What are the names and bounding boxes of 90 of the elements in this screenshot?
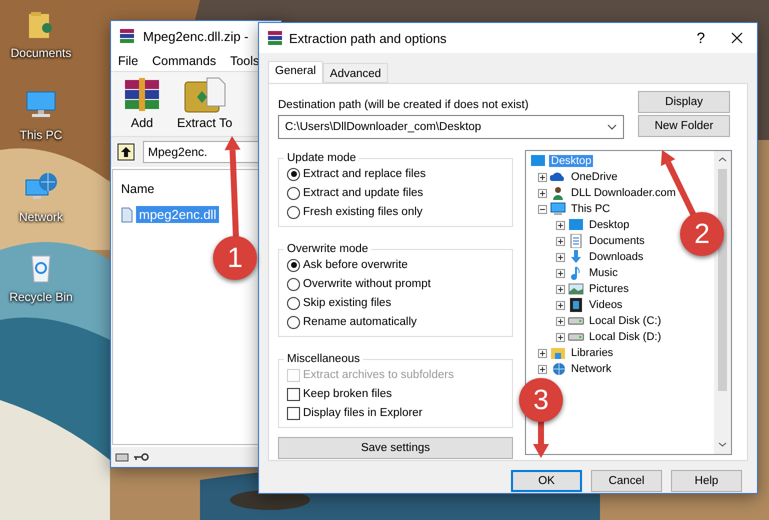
tree-item[interactable]: Desktop: [587, 219, 632, 231]
option-label: Ask before overwrite: [303, 259, 408, 271]
group-title: Overwrite mode: [286, 243, 370, 255]
expand-icon[interactable]: [556, 332, 565, 342]
option-label: Display files in Explorer: [303, 407, 423, 419]
option-label: Rename automatically: [303, 316, 417, 328]
collapse-icon[interactable]: [538, 204, 547, 214]
scrollbar[interactable]: [714, 151, 731, 454]
toolbar-button[interactable]: Extract To: [177, 76, 232, 132]
desktop-icon-label[interactable]: Documents: [10, 46, 72, 60]
user-icon: [550, 186, 566, 200]
menu-item[interactable]: Commands: [152, 54, 216, 68]
film-icon: [568, 298, 584, 312]
checkbox[interactable]: [287, 406, 300, 420]
expand-icon[interactable]: [538, 172, 547, 182]
expand-icon[interactable]: [538, 364, 547, 374]
tree-item[interactable]: OneDrive: [569, 171, 620, 183]
tree-item[interactable]: Network: [569, 363, 614, 375]
option-label: Keep broken files: [303, 388, 392, 400]
folder-icon: [26, 10, 55, 40]
radio-button[interactable]: [287, 206, 300, 218]
folder-icon: [550, 346, 566, 360]
expand-icon[interactable]: [556, 284, 565, 294]
dialog-button[interactable]: OK: [511, 470, 582, 492]
dialog-button[interactable]: Cancel: [591, 470, 662, 492]
expand-icon[interactable]: [556, 316, 565, 326]
radio-button[interactable]: [287, 278, 300, 290]
drive-icon: [568, 317, 584, 325]
expand-icon[interactable]: [538, 348, 547, 358]
dialog-button[interactable]: Help: [671, 470, 742, 492]
expand-icon[interactable]: [538, 188, 547, 198]
option-label: Extract and replace files: [303, 168, 426, 180]
option-label: Extract and update files: [303, 187, 424, 199]
drive-icon: [115, 452, 129, 462]
monitor-icon: [568, 218, 584, 232]
tree-item[interactable]: Downloads: [587, 251, 646, 263]
radio-button[interactable]: [287, 168, 300, 180]
expand-icon[interactable]: [556, 268, 565, 278]
radio-button[interactable]: [287, 258, 300, 272]
window-title: Mpeg2enc.dll.zip -: [143, 28, 248, 44]
expand-icon[interactable]: [556, 220, 565, 230]
tree-item[interactable]: Local Disk (D:): [587, 331, 664, 343]
key-icon: [133, 452, 149, 462]
checkbox[interactable]: [287, 388, 300, 400]
chevron-down-icon: [607, 124, 617, 130]
radio-button[interactable]: [287, 296, 300, 310]
expand-icon[interactable]: [556, 252, 565, 262]
close-icon[interactable]: [731, 32, 743, 44]
tree-item[interactable]: Pictures: [587, 283, 631, 295]
radio-button[interactable]: [287, 316, 300, 328]
field-label: Destination path (will be created if does not exist): [278, 99, 530, 111]
books-icon: [119, 28, 135, 44]
option-label: Extract archives to subfolders: [303, 369, 454, 381]
expand-icon[interactable]: [556, 236, 565, 246]
group-title: Update mode: [286, 152, 358, 164]
menu-item[interactable]: File: [118, 54, 138, 68]
destination-path-field[interactable]: C:\Users\DllDownloader_com\Desktop: [278, 115, 624, 139]
option-label: Overwrite without prompt: [303, 278, 431, 290]
monitor-icon: [530, 154, 546, 168]
option-label: Fresh existing files only: [303, 206, 423, 218]
tree-item[interactable]: Documents: [587, 235, 647, 247]
save-settings-button[interactable]: Save settings: [278, 437, 513, 459]
picture-icon: [568, 282, 584, 296]
tab[interactable]: General: [268, 61, 323, 83]
books-icon: [267, 30, 283, 46]
tree-item[interactable]: DLL Downloader.com: [569, 187, 678, 199]
desktop-icon-label[interactable]: This PC: [20, 128, 62, 142]
tree-item[interactable]: Music: [587, 267, 620, 279]
menu-item[interactable]: Tools: [230, 54, 260, 68]
dialog-button[interactable]: New Folder: [638, 115, 730, 137]
folder-icon: [182, 76, 227, 114]
cloud-icon: [550, 170, 566, 184]
expand-icon[interactable]: [556, 300, 565, 310]
globe-icon: [550, 362, 566, 376]
monitor-icon: [550, 202, 566, 216]
tree-item[interactable]: This PC: [569, 203, 612, 215]
help-button[interactable]: ?: [696, 30, 705, 46]
radio-button[interactable]: [287, 186, 300, 200]
toolbar-button[interactable]: Add: [121, 76, 163, 132]
group-title: Miscellaneous: [286, 353, 361, 365]
tree-item[interactable]: Local Disk (C:): [587, 315, 664, 327]
tree-item[interactable]: Videos: [587, 299, 624, 311]
tree-item[interactable]: Libraries: [569, 347, 616, 359]
download-icon: [568, 250, 584, 264]
drive-icon: [568, 333, 584, 341]
dialog-title: Extraction path and options: [289, 30, 447, 46]
option-label: Skip existing files: [303, 297, 392, 309]
tab[interactable]: Advanced: [322, 63, 388, 83]
document-icon: [568, 234, 584, 248]
dialog-button[interactable]: Display: [638, 91, 730, 113]
